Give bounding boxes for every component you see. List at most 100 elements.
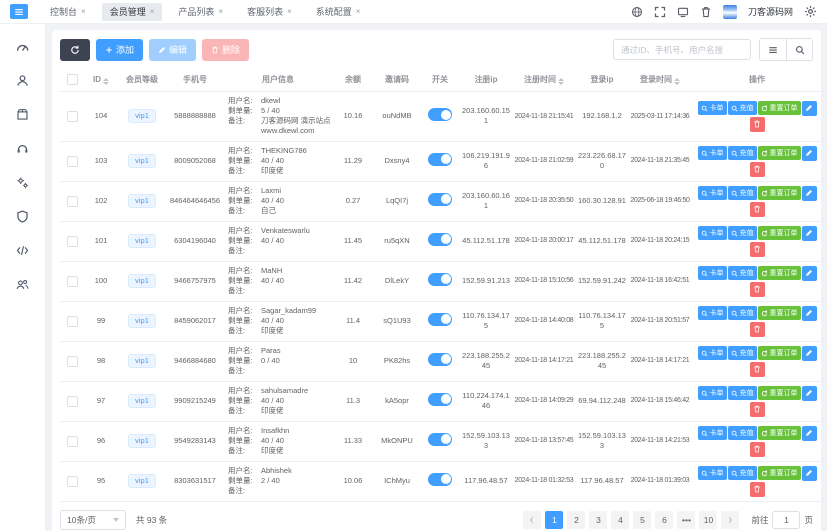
goto-page-input[interactable] xyxy=(772,511,800,529)
status-toggle[interactable] xyxy=(428,193,452,206)
page-button[interactable]: 10 xyxy=(699,511,717,529)
view-stuck-orders-button[interactable]: 卡单 xyxy=(698,346,727,360)
page-button[interactable]: 4 xyxy=(611,511,629,529)
sidebar-item-settings[interactable] xyxy=(10,172,36,192)
menu-collapse-icon[interactable] xyxy=(10,4,28,19)
sort-icon[interactable] xyxy=(558,78,564,85)
tab-close-icon[interactable] xyxy=(218,8,223,16)
next-page-button[interactable] xyxy=(721,511,739,529)
reset-order-button[interactable]: 重置订单 xyxy=(758,226,801,240)
clear-cache-icon[interactable] xyxy=(700,6,712,18)
status-toggle[interactable] xyxy=(428,353,452,366)
row-checkbox[interactable] xyxy=(67,276,78,287)
search-input[interactable] xyxy=(613,39,751,60)
sidebar-item-dashboard[interactable] xyxy=(10,36,36,56)
header-login-time[interactable]: 登录时间 xyxy=(628,68,692,92)
delete-row-button[interactable] xyxy=(750,362,765,377)
sort-icon[interactable] xyxy=(674,78,680,85)
view-stuck-orders-button[interactable]: 卡单 xyxy=(698,146,727,160)
status-toggle[interactable] xyxy=(428,313,452,326)
reset-order-button[interactable]: 重置订单 xyxy=(758,426,801,440)
tab-close-icon[interactable] xyxy=(356,8,361,16)
select-all-checkbox[interactable] xyxy=(67,74,78,85)
status-toggle[interactable] xyxy=(428,108,452,121)
fullscreen-icon[interactable] xyxy=(654,6,666,18)
search-button[interactable] xyxy=(786,39,812,60)
status-toggle[interactable] xyxy=(428,433,452,446)
status-toggle[interactable] xyxy=(428,233,452,246)
tab-close-icon[interactable] xyxy=(150,8,155,16)
delete-row-button[interactable] xyxy=(750,402,765,417)
view-stuck-orders-button[interactable]: 卡单 xyxy=(698,306,727,320)
sidebar-item-products[interactable] xyxy=(10,104,36,124)
recharge-button[interactable]: 充值 xyxy=(728,306,757,320)
row-checkbox[interactable] xyxy=(67,396,78,407)
page-button[interactable]: 3 xyxy=(589,511,607,529)
reset-order-button[interactable]: 重置订单 xyxy=(758,306,801,320)
sidebar-item-security[interactable] xyxy=(10,206,36,226)
page-button[interactable]: 5 xyxy=(633,511,651,529)
status-toggle[interactable] xyxy=(428,273,452,286)
edit-row-button[interactable] xyxy=(802,346,817,361)
view-stuck-orders-button[interactable]: 卡单 xyxy=(698,426,727,440)
header-id[interactable]: ID xyxy=(84,68,118,92)
view-stuck-orders-button[interactable]: 卡单 xyxy=(698,266,727,280)
tab-console[interactable]: 控制台 xyxy=(42,3,94,21)
view-stuck-orders-button[interactable]: 卡单 xyxy=(698,386,727,400)
delete-row-button[interactable] xyxy=(750,282,765,297)
settings-gear-icon[interactable] xyxy=(804,5,817,18)
status-toggle[interactable] xyxy=(428,393,452,406)
edit-row-button[interactable] xyxy=(802,306,817,321)
tab-close-icon[interactable] xyxy=(287,8,292,16)
delete-row-button[interactable] xyxy=(750,162,765,177)
view-stuck-orders-button[interactable]: 卡单 xyxy=(698,186,727,200)
sidebar-item-service[interactable] xyxy=(10,138,36,158)
refresh-button[interactable] xyxy=(60,39,90,61)
recharge-button[interactable]: 充值 xyxy=(728,186,757,200)
page-button[interactable]: 2 xyxy=(567,511,585,529)
reset-order-button[interactable]: 重置订单 xyxy=(758,101,801,115)
tab-close-icon[interactable] xyxy=(81,8,86,16)
row-checkbox[interactable] xyxy=(67,196,78,207)
delete-button[interactable]: 删除 xyxy=(202,39,249,61)
edit-row-button[interactable] xyxy=(802,386,817,401)
row-checkbox[interactable] xyxy=(67,156,78,167)
recharge-button[interactable]: 充值 xyxy=(728,226,757,240)
tab-service[interactable]: 客服列表 xyxy=(239,3,300,21)
more-pages-button[interactable]: ••• xyxy=(677,511,695,529)
delete-row-button[interactable] xyxy=(750,117,765,132)
edit-row-button[interactable] xyxy=(802,466,817,481)
reset-order-button[interactable]: 重置订单 xyxy=(758,386,801,400)
edit-row-button[interactable] xyxy=(802,101,817,116)
edit-row-button[interactable] xyxy=(802,226,817,241)
recharge-button[interactable]: 充值 xyxy=(728,101,757,115)
tab-members[interactable]: 会员管理 xyxy=(102,3,163,21)
status-toggle[interactable] xyxy=(428,473,452,486)
delete-row-button[interactable] xyxy=(750,482,765,497)
tab-settings[interactable]: 系统配置 xyxy=(308,3,369,21)
sidebar-item-members[interactable] xyxy=(10,70,36,90)
page-size-select[interactable]: 10条/页 xyxy=(60,510,126,530)
delete-row-button[interactable] xyxy=(750,242,765,257)
sort-icon[interactable] xyxy=(103,78,109,85)
reset-order-button[interactable]: 重置订单 xyxy=(758,346,801,360)
header-reg-time[interactable]: 注册时间 xyxy=(512,68,576,92)
translate-icon[interactable] xyxy=(631,6,643,18)
page-button[interactable]: 1 xyxy=(545,511,563,529)
sidebar-item-agents[interactable] xyxy=(10,274,36,294)
sidebar-item-code[interactable] xyxy=(10,240,36,260)
column-filter-button[interactable] xyxy=(760,39,786,60)
recharge-button[interactable]: 充值 xyxy=(728,426,757,440)
row-checkbox[interactable] xyxy=(67,236,78,247)
edit-row-button[interactable] xyxy=(802,426,817,441)
view-stuck-orders-button[interactable]: 卡单 xyxy=(698,101,727,115)
edit-row-button[interactable] xyxy=(802,146,817,161)
delete-row-button[interactable] xyxy=(750,442,765,457)
status-toggle[interactable] xyxy=(428,153,452,166)
delete-row-button[interactable] xyxy=(750,202,765,217)
layout-icon[interactable] xyxy=(677,6,689,18)
recharge-button[interactable]: 充值 xyxy=(728,266,757,280)
reset-order-button[interactable]: 重置订单 xyxy=(758,466,801,480)
tab-products[interactable]: 产品列表 xyxy=(170,3,231,21)
row-checkbox[interactable] xyxy=(67,111,78,122)
